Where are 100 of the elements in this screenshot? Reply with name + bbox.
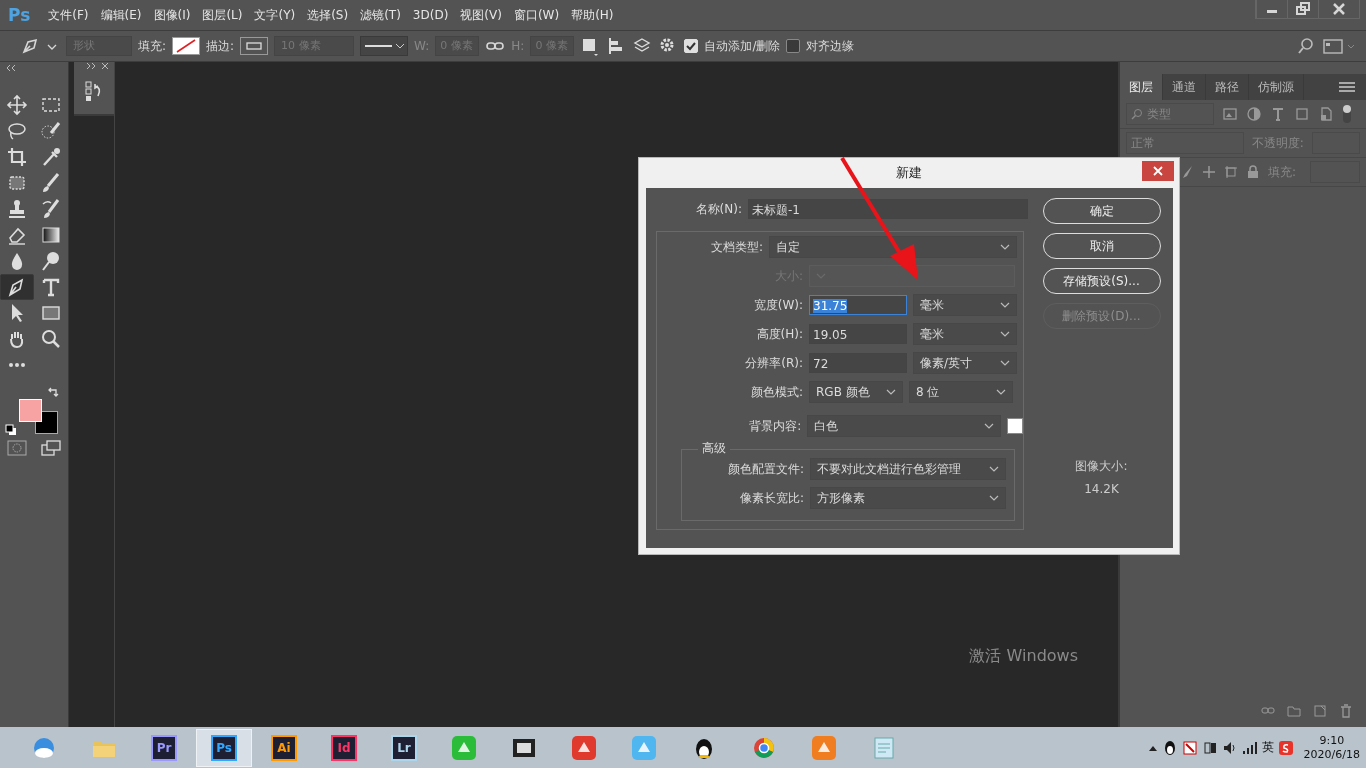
taskbar-app[interactable]: Pr [136,728,192,767]
field-label: 颜色配置文件: [726,460,804,478]
number-field[interactable]: 72 [809,353,907,373]
type-filter-icon[interactable] [1270,106,1286,122]
sogou-icon[interactable] [1277,739,1294,756]
menu-item[interactable]: 窗口(W) [507,6,566,24]
dropdown[interactable]: 毫米 [913,294,1017,316]
name-field[interactable]: 未标题-1 [748,199,1028,219]
collapse-icon[interactable] [4,64,18,72]
tray-app-icon[interactable] [1181,739,1198,756]
fill-swatch[interactable] [172,37,201,55]
field-label: 像素长宽比: [738,489,804,507]
field-label: 文档类型: [709,238,763,256]
pen-tool[interactable] [0,274,34,300]
line-style-select[interactable] [360,36,409,56]
field-label: 背景内容: [748,417,802,435]
close-button[interactable] [1142,161,1174,181]
input-method-indicator[interactable]: 英 [1261,739,1274,756]
field-label: 颜色模式: [749,383,803,401]
lock-paint-icon[interactable] [1180,165,1194,179]
menu-item[interactable]: 图层(L) [196,6,249,24]
app-icon [570,733,598,762]
image-size-label: 图像大小: [1075,458,1128,475]
field-label: 分辨率(R): [744,354,803,372]
app-logo: Pr [151,734,177,761]
image-filter-icon[interactable] [1222,106,1238,122]
path-operations-icon[interactable] [580,36,601,56]
link-icon[interactable] [485,39,506,53]
more-icon [8,362,26,368]
taskbar-app[interactable]: Lr [376,728,432,767]
dropdown[interactable]: 像素/英寸 [913,352,1017,374]
field-label: 名称(N): [694,200,742,218]
app-icon [810,733,838,762]
move-icon [5,93,29,117]
dialog-title: 新建 [896,164,922,182]
screen-mode-icon[interactable] [41,440,61,456]
trash-icon[interactable] [1338,703,1354,719]
dropdown[interactable]: 白色 [807,415,1002,437]
menu-item[interactable]: 文字(Y) [248,6,302,24]
app-logo: Ps [211,734,237,761]
menu-item[interactable]: 选择(S) [301,6,355,24]
dropdown[interactable]: 不要对此文档进行色彩管理 [810,458,1006,480]
taskbar-app[interactable]: Ai [256,728,312,767]
panel-tab[interactable]: 仿制源 [1249,74,1304,100]
menu-item[interactable]: 图像(I) [147,6,197,24]
panel-tab[interactable]: 通道 [1163,74,1206,100]
app-logo: Ai [271,734,297,761]
menu-item[interactable]: 3D(D) [406,8,455,22]
caret-icon [1000,244,1010,250]
activation-notice: 激活 Windows [969,646,1078,667]
stroke-swatch[interactable] [240,37,269,55]
search-icon[interactable] [1296,36,1316,56]
caret-icon [886,389,896,395]
image-size-value: 14.2K [1084,482,1119,496]
dropdown[interactable]: 毫米 [913,323,1017,345]
taskbar-app[interactable]: Ps [196,728,252,767]
menu-item[interactable]: 视图(V) [454,6,508,24]
signal-icon[interactable] [1241,739,1258,756]
fill-label: 填充: [138,37,167,55]
taskbar-app[interactable]: Id [316,728,372,767]
group-title: 高级 [698,440,730,457]
color-swatches-drawing[interactable] [19,399,59,435]
number-field[interactable]: 19.05 [809,324,907,344]
caret-icon [1000,331,1010,337]
menu-item[interactable]: 帮助(H) [565,6,620,24]
menu-icon[interactable] [1338,81,1356,93]
caret-icon [989,466,999,472]
menu-item[interactable]: 滤镜(T) [354,6,407,24]
caret-icon [989,495,999,501]
number-field[interactable]: 31.75 [809,295,907,315]
dropdown[interactable]: 8 位 [909,381,1013,403]
menu-item[interactable]: 编辑(E) [94,6,148,24]
lock-icon[interactable] [1246,165,1260,179]
app-logo: Ps [8,5,31,25]
default-colors-icon[interactable] [5,424,17,436]
app-logo: Lr [391,734,417,761]
app-icon [450,733,478,762]
caret-icon [996,389,1006,395]
app-icon [630,733,658,762]
clock-date[interactable]: 2020/6/18 [1303,747,1360,762]
field-label: 高度(H): [755,325,803,343]
checkbox[interactable] [786,39,801,53]
smart-object-filter-icon[interactable] [1318,106,1334,122]
clock-time[interactable]: 9:10 [1319,733,1345,748]
caret-icon [1000,360,1010,366]
field-label: 宽度(W): [752,296,803,314]
close-icon [1153,166,1163,176]
adjustment-filter-icon[interactable] [1246,106,1262,122]
dropdown[interactable]: 方形像素 [810,487,1006,509]
color-swatch[interactable] [1007,418,1023,434]
panel-tab[interactable]: 路径 [1206,74,1249,100]
filter-toggle[interactable] [1342,104,1352,124]
swap-icon[interactable] [47,386,59,398]
search-icon [1131,108,1143,120]
checkbox-label: 自动添加/删除 [704,37,781,55]
menu-item[interactable]: 文件(F) [42,6,95,24]
panel-tab[interactable]: 图层 [1120,74,1163,100]
dropdown[interactable]: RGB 颜色 [809,381,903,403]
dropdown[interactable]: 自定 [769,236,1017,258]
network-icon[interactable] [1201,739,1218,756]
